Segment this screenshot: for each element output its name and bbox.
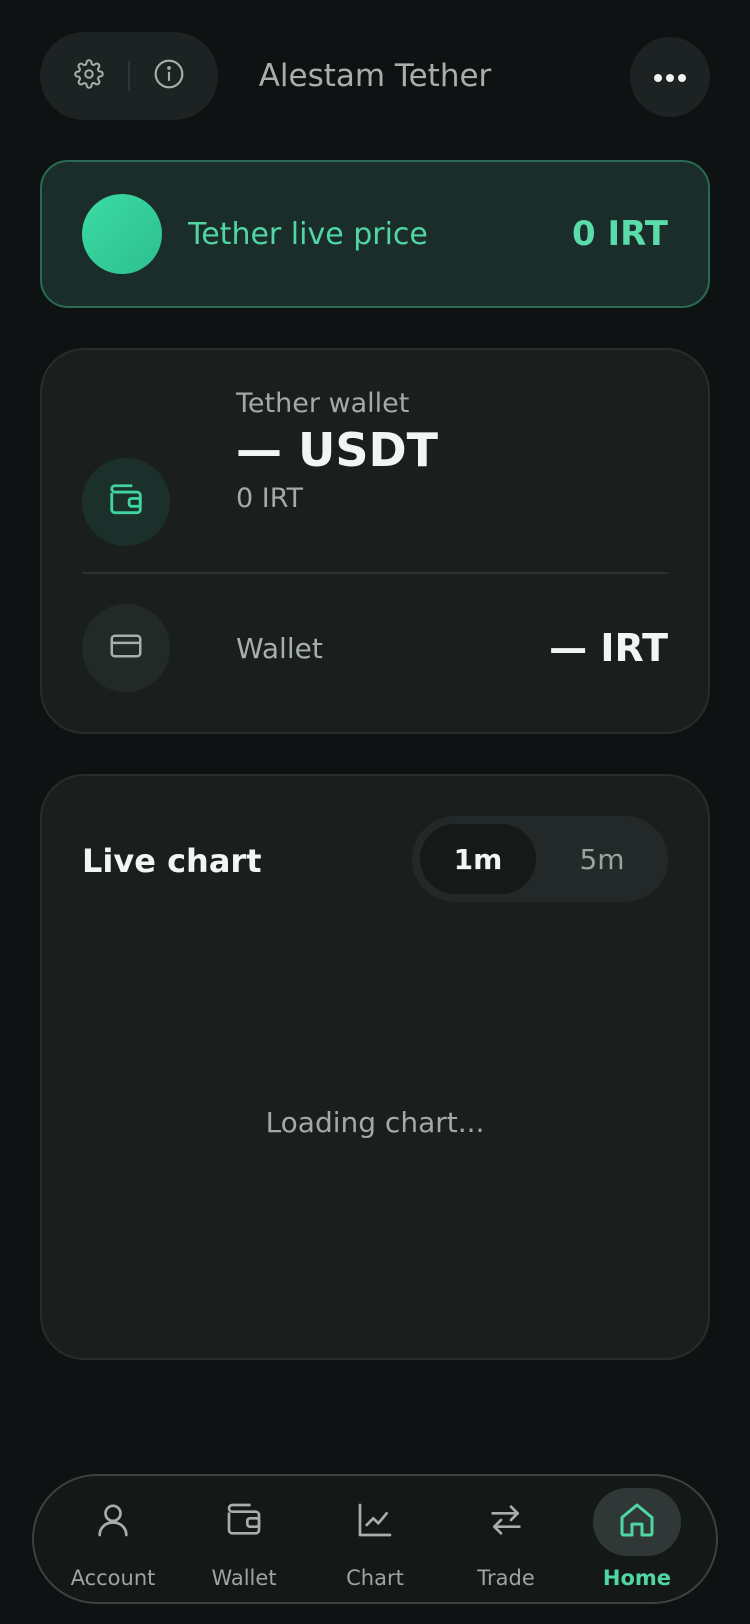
irt-wallet-label: Wallet bbox=[236, 631, 323, 665]
tether-wallet-amount: — USDT bbox=[236, 423, 439, 477]
nav-label-account: Account bbox=[70, 1566, 156, 1590]
tether-wallet-text: Tether wallet — USDT 0 IRT bbox=[236, 388, 438, 514]
tether-wallet-row[interactable]: Tether wallet — USDT 0 IRT bbox=[82, 388, 668, 546]
nav-item-wallet[interactable]: Wallet bbox=[189, 1483, 299, 1595]
live-price-label: Tether live price bbox=[188, 216, 428, 252]
app-screen: Alestam Tether Tether live price 0 IRT T… bbox=[0, 0, 750, 1624]
icon-divider bbox=[127, 61, 130, 91]
chart-loading-text: Loading chart... bbox=[265, 1106, 485, 1139]
bottom-navigation: Account Wallet Chart Trade Home bbox=[32, 1474, 718, 1604]
home-icon bbox=[617, 1500, 657, 1544]
nav-item-account[interactable]: Account bbox=[58, 1483, 168, 1595]
user-icon bbox=[93, 1500, 133, 1544]
wallet-icon bbox=[107, 481, 145, 523]
timeframe-1m-button[interactable]: 1m bbox=[420, 824, 536, 894]
nav-item-home[interactable]: Home bbox=[582, 1483, 692, 1595]
irt-wallet-icon-circle bbox=[82, 604, 170, 692]
nav-label-trade: Trade bbox=[477, 1566, 535, 1590]
nav-item-chart[interactable]: Chart bbox=[320, 1483, 430, 1595]
live-chart-title: Live chart bbox=[82, 842, 262, 880]
live-price-value: 0 IRT bbox=[572, 214, 668, 254]
tether-wallet-label: Tether wallet bbox=[236, 388, 410, 419]
timeframe-toggle: 1m 5m bbox=[412, 816, 668, 902]
more-button[interactable] bbox=[630, 37, 710, 117]
more-horizontal-icon bbox=[653, 68, 687, 87]
tether-wallet-irt-value: 0 IRT bbox=[236, 483, 304, 514]
irt-wallet-value: — IRT bbox=[549, 626, 668, 670]
timeframe-5m-button[interactable]: 5m bbox=[544, 824, 660, 894]
wallet-summary-card: Tether wallet — USDT 0 IRT Wallet — IRT bbox=[40, 348, 710, 734]
live-chart-card: Live chart 1m 5m Loading chart... bbox=[40, 774, 710, 1360]
top-bar: Alestam Tether bbox=[40, 32, 710, 120]
tether-wallet-icon-circle bbox=[82, 458, 170, 546]
nav-item-trade[interactable]: Trade bbox=[451, 1483, 561, 1595]
tether-logo bbox=[82, 194, 162, 274]
live-price-banner: Tether live price 0 IRT bbox=[40, 160, 710, 308]
header-icon-group bbox=[40, 32, 218, 120]
nav-label-home: Home bbox=[602, 1566, 672, 1590]
credit-card-icon bbox=[107, 627, 145, 669]
line-chart-icon bbox=[355, 1500, 395, 1544]
info-button[interactable] bbox=[147, 54, 191, 98]
card-divider bbox=[82, 572, 668, 574]
swap-arrows-icon bbox=[486, 1500, 526, 1544]
gear-icon bbox=[73, 59, 104, 93]
settings-button[interactable] bbox=[67, 54, 111, 98]
irt-wallet-row[interactable]: Wallet — IRT bbox=[82, 604, 668, 692]
nav-label-chart: Chart bbox=[346, 1566, 404, 1590]
wallet-icon bbox=[224, 1500, 264, 1544]
info-icon bbox=[153, 58, 185, 94]
nav-label-wallet: Wallet bbox=[211, 1566, 277, 1590]
